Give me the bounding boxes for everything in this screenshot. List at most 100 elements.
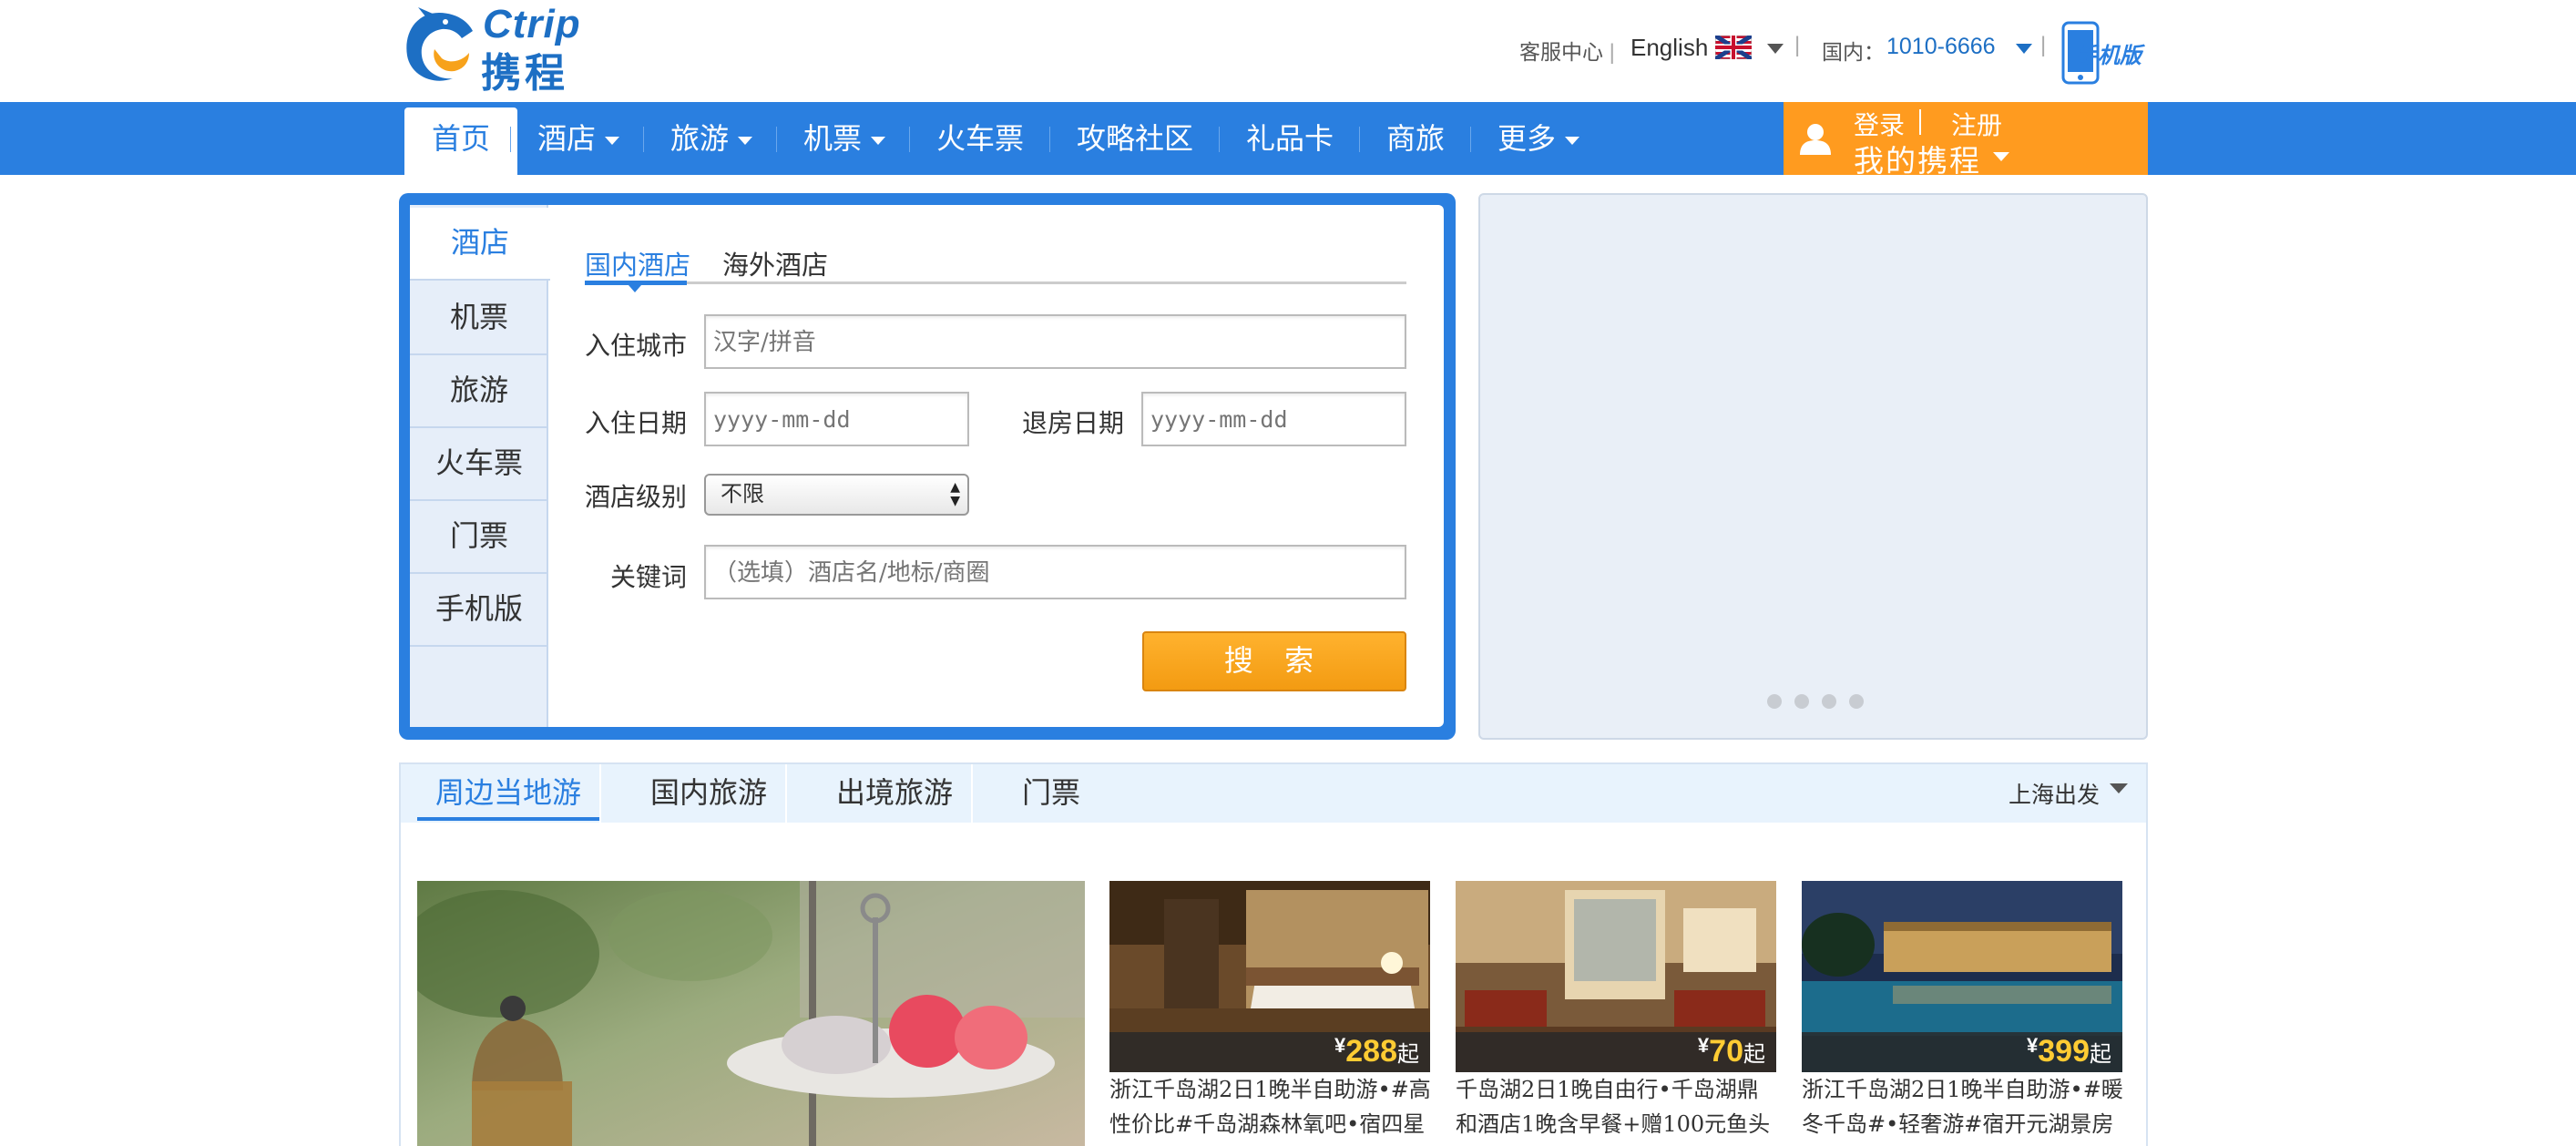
tab-domestic-hotel[interactable]: 国内酒店	[585, 244, 690, 282]
language-switch-label[interactable]: English	[1630, 34, 1708, 62]
customer-service-label[interactable]: 客服中心	[1519, 41, 1603, 65]
featured-tour-image[interactable]	[417, 881, 1085, 1146]
vtab-tickets[interactable]: 门票	[410, 501, 548, 574]
checkout-field[interactable]	[1141, 392, 1406, 446]
us-flag-icon[interactable]	[1715, 36, 1752, 59]
nav-item-label: 攻略社区	[1077, 121, 1194, 156]
price-tag: ¥70起	[1698, 1034, 1765, 1069]
tab-outbound-tours[interactable]: 出境旅游	[818, 764, 974, 823]
main-navbar: 首页 酒店 旅游 机票 火车票 攻略社区 礼品卡 商旅 更多 登录 注册 我的携…	[0, 102, 2576, 179]
chevron-down-icon[interactable]	[2110, 783, 2128, 793]
phone-dropdown-caret-icon[interactable]	[2016, 44, 2032, 54]
hotel-level-label: 酒店级别	[585, 482, 688, 512]
carousel-dot[interactable]	[1822, 694, 1836, 709]
chevron-down-icon	[605, 137, 620, 145]
price-value: 288	[1345, 1034, 1397, 1069]
chevron-down-icon[interactable]	[1993, 152, 2009, 161]
language-dropdown-caret-icon[interactable]	[1767, 44, 1784, 54]
checkin-field[interactable]	[704, 392, 969, 446]
hotel-level-select[interactable]: 不限 ▲ ▼	[704, 474, 969, 516]
tour-card-title[interactable]: 千岛湖2日1晚自由行•千岛湖鼎 和酒店1晚含早餐+赠100元鱼头券	[1456, 1072, 1784, 1146]
carousel-dot[interactable]	[1849, 694, 1864, 709]
nav-item-label: 商旅	[1386, 121, 1446, 156]
nav-item-train[interactable]: 火车票	[909, 102, 1051, 175]
vtab-flight[interactable]: 机票	[410, 282, 548, 355]
ctrip-dolphin-logo-icon[interactable]	[398, 5, 480, 87]
checkout-label: 退房日期	[1022, 408, 1125, 438]
mobile-app-link[interactable]: 手机版	[2061, 21, 2148, 85]
chevron-down-icon	[738, 137, 753, 145]
tab-underline	[585, 281, 1406, 284]
vtab-train[interactable]: 火车票	[410, 428, 548, 501]
nav-item-community[interactable]: 攻略社区	[1049, 102, 1221, 175]
tab-overseas-hotel[interactable]: 海外酒店	[722, 244, 828, 282]
tour-card-title-line: 浙江千岛湖2日1晚半自助游•#暖	[1802, 1077, 2123, 1102]
nav-item-label: 火车票	[936, 121, 1025, 156]
nav-item-label: 酒店	[537, 121, 597, 156]
vtab-hotel[interactable]: 酒店	[410, 208, 550, 281]
select-arrows-icon: ▲ ▼	[950, 480, 960, 508]
city-input[interactable]	[713, 329, 1397, 356]
logo-wordmark-cn[interactable]: 携程	[481, 40, 568, 98]
keyword-label: 关键词	[610, 562, 688, 592]
tour-card-title-line: 性价比#千岛湖森林氧吧•宿四星	[1109, 1111, 1426, 1137]
nav-item-travel[interactable]: 旅游	[643, 102, 780, 175]
tour-card-title-line: 冬千岛#•轻奢游#宿开元湖景房	[1802, 1111, 2114, 1137]
price-suffix: 起	[2090, 1041, 2111, 1067]
nav-item-business[interactable]: 商旅	[1359, 102, 1472, 175]
tour-card-title-line: 和酒店1晚含早餐+赠100元鱼头券	[1456, 1111, 1771, 1137]
nav-item-label: 首页	[432, 121, 491, 156]
city-field[interactable]	[704, 314, 1406, 369]
search-button[interactable]: 搜 索	[1142, 631, 1406, 691]
nav-item-home[interactable]: 首页	[404, 107, 518, 175]
price-suffix: 起	[1743, 1041, 1765, 1067]
tab-active-indicator	[417, 817, 599, 821]
city-label: 入住城市	[585, 331, 688, 361]
carousel-dot[interactable]	[1794, 694, 1809, 709]
divider: |	[2040, 33, 2047, 57]
nav-item-label: 旅游	[670, 121, 730, 156]
tour-card-title[interactable]: 浙江千岛湖2日1晚半自助游•#高 性价比#千岛湖森林氧吧•宿四星	[1109, 1072, 1437, 1141]
divider: |	[1603, 40, 1615, 65]
my-ctrip-menu[interactable]: 我的携程	[1854, 137, 1981, 180]
keyword-field[interactable]	[704, 545, 1406, 599]
user-icon	[1800, 124, 1831, 155]
divider: |	[1794, 33, 1801, 57]
chevron-down-icon	[1565, 137, 1580, 145]
nav-item-more[interactable]: 更多	[1470, 102, 1607, 175]
phone-number[interactable]: 1010-6666	[1886, 34, 1996, 60]
tab-domestic-tours[interactable]: 国内旅游	[632, 764, 788, 823]
vtab-travel[interactable]: 旅游	[410, 355, 548, 428]
nav-item-label: 机票	[803, 121, 863, 156]
price-suffix: 起	[1397, 1041, 1419, 1067]
price-bar: ¥399起	[1802, 1032, 2122, 1072]
price-tag: ¥399起	[2027, 1034, 2111, 1069]
tour-card-title-line: 千岛湖2日1晚自由行•千岛湖鼎	[1456, 1077, 1759, 1102]
checkin-input[interactable]	[713, 406, 960, 433]
nav-item-giftcard[interactable]: 礼品卡	[1219, 102, 1361, 175]
tab-tickets[interactable]: 门票	[1004, 764, 1099, 823]
checkout-input[interactable]	[1150, 406, 1397, 433]
hotel-level-value: 不限	[721, 481, 764, 506]
promo-banner[interactable]	[1478, 193, 2148, 740]
tab-pointer-icon	[629, 285, 641, 292]
tour-card-title[interactable]: 浙江千岛湖2日1晚半自助游•#暖 冬千岛#•轻奢游#宿开元湖景房	[1802, 1072, 2130, 1141]
checkin-label: 入住日期	[585, 408, 688, 438]
price-value: 399	[2038, 1034, 2090, 1069]
mobile-app-label: 手机版	[2076, 42, 2142, 68]
price-bar: ¥288起	[1109, 1032, 1430, 1072]
customer-service-link[interactable]: 客服中心 |	[1519, 35, 1615, 66]
nav-item-hotel[interactable]: 酒店	[510, 102, 647, 175]
currency-symbol: ¥	[1697, 1034, 1710, 1057]
nav-item-flight[interactable]: 机票	[776, 102, 913, 175]
keyword-input[interactable]	[713, 559, 1397, 587]
divider	[1919, 109, 1921, 135]
nav-item-label: 礼品卡	[1246, 121, 1334, 156]
vtab-mobile[interactable]: 手机版	[410, 574, 548, 647]
nav-item-label: 更多	[1498, 121, 1557, 156]
tab-local-tours[interactable]: 周边当地游	[417, 764, 602, 823]
departure-city-select[interactable]: 上海出发	[2009, 777, 2100, 810]
carousel-dot[interactable]	[1767, 694, 1782, 709]
tour-card-title-line: 浙江千岛湖2日1晚半自助游•#高	[1109, 1077, 1431, 1102]
price-tag: ¥288起	[1334, 1034, 1419, 1069]
